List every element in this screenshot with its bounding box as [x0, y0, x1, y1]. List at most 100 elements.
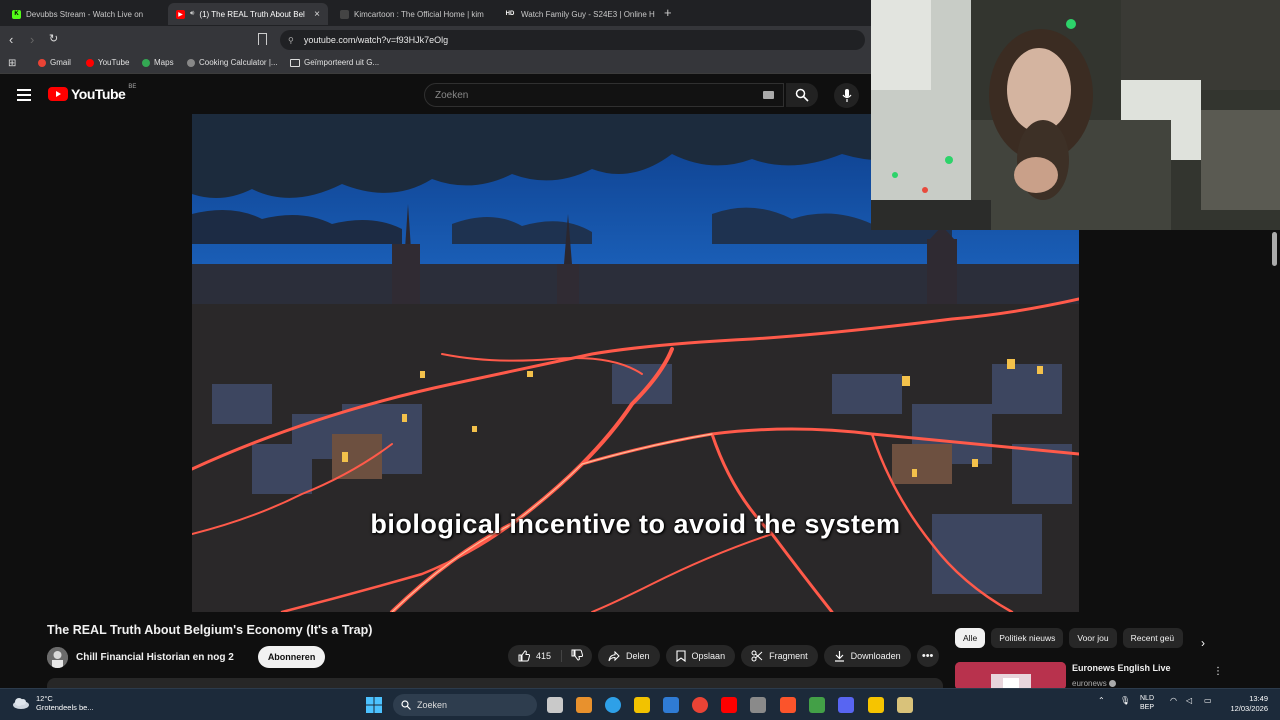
more-options-icon[interactable]: ⋮	[1213, 666, 1223, 677]
kick-icon: K	[12, 9, 21, 19]
save-button[interactable]: Opslaan	[665, 645, 736, 667]
download-label: Downloaden	[850, 651, 901, 661]
youtube-icon	[86, 58, 94, 67]
verified-icon	[1108, 680, 1116, 688]
voice-search-button[interactable]	[834, 83, 859, 108]
tab-devubbs[interactable]: K Devubbs Stream - Watch Live on	[4, 3, 164, 25]
app-icon[interactable]	[809, 697, 825, 713]
video-title: The REAL Truth About Belgium's Economy (…	[47, 623, 373, 637]
url-text: youtube.com/watch?v=f93HJk7eOlg	[303, 35, 449, 45]
recommended-title: Euronews English Live	[1072, 663, 1171, 673]
chip-recently-uploaded[interactable]: Recent geü	[1122, 628, 1183, 648]
back-icon[interactable]: ‹	[9, 32, 13, 47]
youtube-app-icon[interactable]	[721, 697, 737, 713]
windows-start-icon[interactable]	[366, 697, 382, 713]
close-tab-icon[interactable]: ×	[314, 9, 320, 20]
file-explorer-icon[interactable]	[634, 697, 650, 713]
share-button[interactable]: Delen	[598, 645, 660, 667]
volume-icon[interactable]: ◁	[1186, 696, 1192, 705]
scissors-icon	[751, 650, 763, 662]
cooking-icon	[187, 58, 195, 67]
youtube-logo[interactable]: YouTube BE	[48, 84, 137, 102]
recommended-video[interactable]: Euronews English Live euronews ⋮	[955, 662, 1223, 690]
page-scrollbar[interactable]	[1272, 232, 1277, 266]
thumbnail-image	[955, 662, 1066, 690]
search-icon	[795, 88, 809, 102]
taskbar-search-box[interactable]: Zoeken	[393, 694, 537, 716]
maps-icon	[142, 58, 150, 67]
bookmark-label: Gmail	[50, 58, 71, 67]
app-notification-icon[interactable]	[868, 697, 884, 713]
download-icon	[834, 651, 844, 662]
bookmark-cooking-calculator[interactable]: Cooking Calculator |...	[187, 58, 278, 67]
channel-row: Chill Financial Historian en nog 2 Abonn…	[47, 645, 326, 669]
like-count: 415	[536, 651, 552, 661]
recommended-thumbnail[interactable]	[955, 662, 1066, 690]
bookmark-youtube[interactable]: YouTube	[86, 58, 129, 67]
weather-widget[interactable]: 12°C Grotendeels be...	[12, 694, 94, 712]
chip-all[interactable]: Alle	[955, 628, 986, 648]
bookmark-gmail[interactable]: Gmail	[38, 58, 71, 67]
chip-political-news[interactable]: Politiek nieuws	[991, 628, 1064, 648]
share-label: Delen	[626, 651, 650, 661]
thumbs-down-icon	[571, 649, 584, 661]
windows-taskbar: 12°C Grotendeels be... Zoeken ⌃ 🎙︎ NLD BEP…	[0, 688, 1280, 720]
wifi-icon[interactable]: ◠	[1170, 696, 1177, 705]
download-button[interactable]: Downloaden	[823, 645, 911, 667]
weather-description: Grotendeels be...	[36, 703, 94, 712]
channel-name[interactable]: Chill Financial Historian en nog 2	[76, 652, 234, 663]
related-filter-chips: Alle Politiek nieuws Voor jou Recent geü	[955, 628, 1183, 650]
bookmark-icon[interactable]	[258, 33, 267, 45]
discord-icon[interactable]	[838, 697, 854, 713]
youtube-play-icon	[48, 87, 68, 101]
bookmark-maps[interactable]: Maps	[142, 58, 174, 67]
logo-text: YouTube	[71, 86, 126, 102]
tab-kimcartoon[interactable]: Kimcartoon : The Official Home | kim	[332, 3, 492, 25]
task-view-icon[interactable]	[547, 697, 563, 713]
chip-for-you[interactable]: Voor jou	[1069, 628, 1117, 648]
thumbs-up-icon	[518, 650, 530, 662]
apps-grid-icon[interactable]: ⊞	[8, 58, 16, 69]
outlook-icon[interactable]	[663, 697, 679, 713]
chrome-icon[interactable]	[692, 697, 708, 713]
country-code: BE	[128, 84, 137, 90]
clip-button[interactable]: Fragment	[741, 645, 818, 667]
subscribe-button[interactable]: Abonneren	[257, 646, 326, 668]
chevron-up-icon[interactable]: ⌃	[1098, 696, 1105, 705]
calculator-icon[interactable]	[750, 697, 766, 713]
site-info-icon[interactable]: ⚲	[288, 36, 294, 45]
search-button[interactable]	[786, 83, 818, 107]
bookmark-label: Maps	[154, 58, 174, 67]
new-tab-button[interactable]: +	[664, 5, 672, 20]
taskbar-search-label: Zoeken	[417, 700, 448, 710]
reload-icon[interactable]: ↻	[49, 32, 58, 45]
edge-icon[interactable]	[605, 697, 621, 713]
brave-icon[interactable]	[780, 697, 796, 713]
address-bar[interactable]: ⚲ youtube.com/watch?v=f93HJk7eOlg	[280, 30, 865, 50]
search-input[interactable]: Zoeken	[424, 83, 784, 107]
tab-title: Watch Family Guy - S24E3 | Online H	[521, 9, 655, 19]
like-button[interactable]: 415	[508, 650, 563, 662]
hd-icon: HD	[504, 9, 516, 19]
forward-icon[interactable]: ›	[30, 32, 34, 47]
menu-icon[interactable]	[17, 89, 31, 104]
tab-family-guy[interactable]: HD Watch Family Guy - S24E3 | Online H	[496, 3, 656, 25]
audio-icon: 🔊︎	[190, 10, 195, 17]
bookmark-imported-folder[interactable]: Geïmporteerd uit G...	[290, 58, 379, 67]
dislike-button[interactable]	[562, 649, 592, 663]
app-pinned-icon[interactable]	[897, 697, 913, 713]
language-indicator[interactable]: NLD BEP	[1140, 694, 1154, 712]
keyboard-icon[interactable]	[763, 91, 774, 99]
store-icon[interactable]	[576, 697, 592, 713]
video-caption: biological incentive to avoid the system	[370, 509, 901, 539]
tab-youtube[interactable]: ▶ 🔊︎ (1) The REAL Truth About Bel ×	[168, 3, 328, 25]
channel-avatar[interactable]	[47, 646, 68, 668]
kimcartoon-icon	[340, 9, 349, 19]
more-actions-button[interactable]: •••	[916, 645, 939, 667]
microphone-icon	[842, 88, 851, 102]
chevron-right-icon[interactable]: ›	[1201, 636, 1205, 650]
gmail-icon	[38, 58, 46, 67]
microphone-tray-icon[interactable]: 🎙︎	[1120, 696, 1130, 705]
battery-icon[interactable]: ▭	[1204, 696, 1212, 705]
system-clock[interactable]: 13:49 12/03/2026	[1222, 694, 1268, 714]
